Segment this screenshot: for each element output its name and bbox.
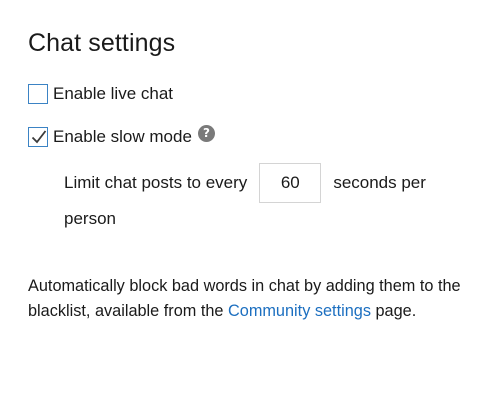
live-chat-checkbox[interactable] [28, 84, 48, 104]
help-icon[interactable]: ? [197, 124, 215, 142]
limit-prefix-label: Limit chat posts to every [64, 173, 248, 192]
slow-mode-checkbox[interactable] [28, 127, 48, 147]
enable-slow-mode-option[interactable]: Enable slow mode ? [28, 124, 215, 148]
live-chat-label[interactable]: Enable live chat [53, 83, 173, 105]
seconds-per-person-input[interactable] [259, 163, 322, 203]
blacklist-description: Automatically block bad words in chat by… [28, 274, 468, 324]
page-title: Chat settings [28, 29, 176, 57]
enable-live-chat-option[interactable]: Enable live chat [28, 83, 173, 105]
description-text-after: page. [370, 302, 417, 321]
slow-mode-label[interactable]: Enable slow mode [53, 126, 192, 148]
limit-suffix-continued: person [64, 209, 116, 228]
chat-settings-panel: Chat settings Enable live chat Enable sl… [0, 0, 500, 402]
community-settings-link[interactable]: Community settings [228, 302, 371, 320]
checkmark-icon [31, 130, 47, 144]
limit-suffix-label: seconds per [333, 173, 426, 192]
slow-mode-limit: Limit chat posts to every seconds per pe… [64, 162, 474, 230]
